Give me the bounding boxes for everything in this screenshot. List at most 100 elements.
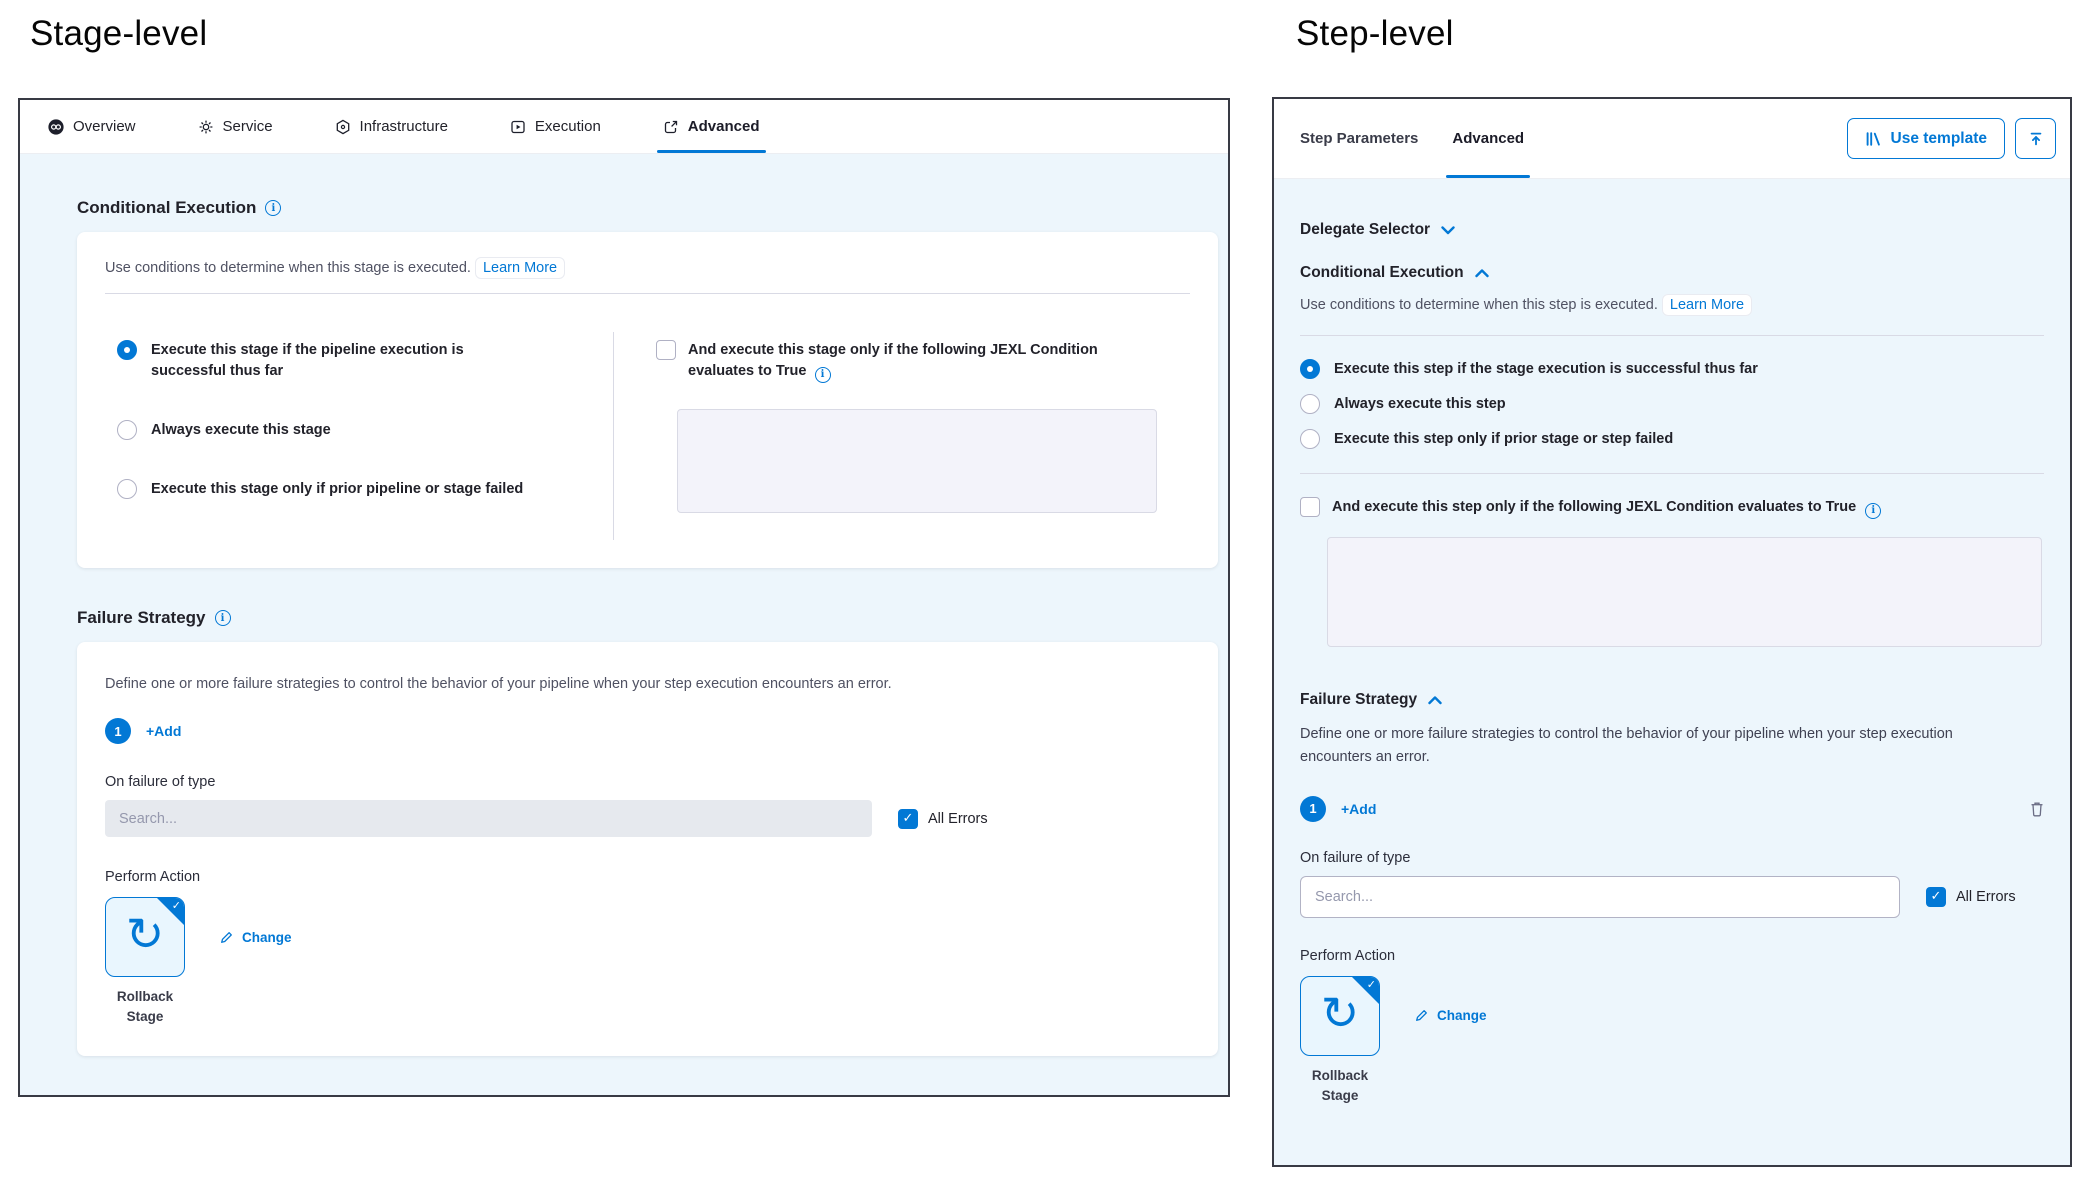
step-panel-body: Delegate Selector Conditional Execution …: [1274, 179, 2070, 1165]
tab-label: Advanced: [1452, 130, 1524, 147]
chevron-down-icon: [1441, 226, 1455, 235]
strategy-badge-row: 1 +Add: [1300, 796, 2044, 822]
tab-service[interactable]: Service: [198, 100, 273, 153]
stage-panel-body: Conditional Execution i Use conditions t…: [20, 154, 1228, 1095]
on-failure-label: On failure of type: [1300, 850, 2044, 866]
rollback-stage-tile[interactable]: ↻ ✓: [105, 897, 185, 977]
radio-execute-if-failed[interactable]: Execute this step only if prior stage or…: [1300, 429, 2044, 450]
jexl-checkbox-row[interactable]: And execute this stage only if the follo…: [656, 340, 1190, 383]
failure-type-search-input[interactable]: [105, 800, 872, 837]
jexl-condition-textarea[interactable]: [677, 409, 1157, 513]
radio-execute-if-successful[interactable]: Execute this step if the stage execution…: [1300, 359, 2044, 380]
action-name-line2: Stage: [1300, 1086, 1380, 1106]
all-errors-option[interactable]: ✓ All Errors: [898, 809, 988, 829]
conditional-execution-header[interactable]: Conditional Execution: [1300, 264, 2044, 282]
jexl-checkbox-label: And execute this stage only if the follo…: [688, 340, 1158, 383]
strategy-1-badge[interactable]: 1: [1300, 796, 1326, 822]
pencil-icon: [219, 930, 234, 945]
radio-unselected[interactable]: [1300, 429, 1320, 449]
radio-always-execute[interactable]: Always execute this stage: [117, 420, 613, 441]
radio-unselected[interactable]: [117, 420, 137, 440]
radio-execute-if-failed[interactable]: Execute this stage only if prior pipelin…: [117, 479, 613, 500]
tab-advanced[interactable]: Advanced: [1452, 99, 1524, 178]
rollback-stage-tile[interactable]: ↻ ✓: [1300, 976, 1380, 1056]
info-icon[interactable]: i: [265, 200, 281, 216]
change-action-link[interactable]: Change: [219, 930, 292, 945]
jexl-checkbox[interactable]: [1300, 497, 1320, 517]
radio-execute-if-successful[interactable]: Execute this stage if the pipeline execu…: [117, 340, 613, 382]
info-icon[interactable]: i: [1865, 503, 1881, 519]
failure-type-search-input[interactable]: [1300, 876, 1900, 918]
radio-label: Execute this step if the stage execution…: [1334, 359, 1758, 380]
info-icon[interactable]: i: [815, 367, 831, 383]
use-template-label: Use template: [1891, 130, 1987, 148]
step-level-title: Step-level: [1296, 14, 1454, 54]
all-errors-checkbox[interactable]: ✓: [898, 809, 918, 829]
step-condition-options: Execute this step if the stage execution…: [1300, 359, 2044, 450]
divider: [1300, 473, 2044, 474]
add-strategy-button[interactable]: +Add: [1341, 801, 1376, 817]
strategy-1-badge[interactable]: 1: [105, 718, 131, 744]
radio-always-execute[interactable]: Always execute this step: [1300, 394, 2044, 415]
tab-infrastructure[interactable]: Infrastructure: [335, 100, 448, 153]
pencil-icon: [1414, 1008, 1429, 1023]
export-icon: [663, 119, 679, 135]
change-action-link[interactable]: Change: [1414, 1008, 1487, 1023]
step-tabbar: Step Parameters Advanced Use template: [1274, 99, 2070, 179]
tab-execution[interactable]: Execution: [510, 100, 601, 153]
selected-check-icon: ✓: [1367, 978, 1376, 991]
failure-strategy-header[interactable]: Failure Strategy: [1300, 691, 2044, 709]
radio-unselected[interactable]: [1300, 394, 1320, 414]
info-icon[interactable]: i: [215, 610, 231, 626]
use-template-button[interactable]: Use template: [1847, 118, 2005, 159]
all-errors-checkbox[interactable]: ✓: [1926, 887, 1946, 907]
on-failure-label: On failure of type: [105, 774, 1190, 790]
tab-advanced[interactable]: Advanced: [663, 100, 760, 153]
failure-strategy-description: Define one or more failure strategies to…: [1300, 723, 1990, 769]
tab-overview[interactable]: Overview: [48, 100, 136, 153]
tab-step-parameters[interactable]: Step Parameters: [1300, 99, 1418, 178]
action-name-line1: Rollback: [1300, 1066, 1380, 1086]
divider: [105, 293, 1190, 294]
radio-selected[interactable]: [117, 340, 137, 360]
delegate-selector-header[interactable]: Delegate Selector: [1300, 221, 2044, 239]
conditional-execution-heading: Conditional Execution: [1300, 264, 1464, 282]
perform-action-label: Perform Action: [105, 869, 1190, 885]
failure-type-row: ✓ All Errors: [105, 800, 1190, 837]
radio-selected[interactable]: [1300, 359, 1320, 379]
jexl-checkbox[interactable]: [656, 340, 676, 360]
jexl-checkbox-row[interactable]: And execute this step only if the follow…: [1300, 497, 2044, 519]
change-label: Change: [242, 930, 292, 945]
stage-jexl-column: And execute this stage only if the follo…: [614, 332, 1190, 540]
selected-action-name: Rollback Stage: [105, 987, 185, 1028]
check-icon: ✓: [1931, 890, 1942, 903]
upload-button[interactable]: [2015, 118, 2056, 159]
learn-more-link[interactable]: Learn More: [475, 257, 565, 279]
conditional-execution-description: Use conditions to determine when this st…: [1300, 297, 2044, 313]
tab-label: Step Parameters: [1300, 130, 1418, 147]
jexl-condition-textarea[interactable]: [1327, 537, 2042, 647]
learn-more-link[interactable]: Learn More: [1662, 294, 1752, 316]
change-label: Change: [1437, 1008, 1487, 1023]
radio-label: Execute this step only if prior stage or…: [1334, 429, 1673, 450]
all-errors-label: All Errors: [1956, 889, 2016, 905]
all-errors-option[interactable]: ✓ All Errors: [1926, 887, 2016, 907]
divider: [1300, 335, 2044, 336]
conditional-execution-card: Use conditions to determine when this st…: [77, 232, 1218, 568]
jexl-label-text: And execute this stage only if the follo…: [688, 342, 1098, 379]
delete-strategy-icon[interactable]: [2030, 801, 2044, 817]
radio-unselected[interactable]: [117, 479, 137, 499]
step-tab-actions: Use template: [1847, 118, 2056, 159]
play-icon: [510, 119, 526, 135]
step-panel: Step Parameters Advanced Use template: [1272, 97, 2072, 1167]
check-icon: ✓: [903, 812, 914, 825]
stage-level-title: Stage-level: [30, 14, 207, 54]
section-title: Failure Strategy: [77, 608, 206, 628]
tab-label: Execution: [535, 118, 601, 135]
stage-panel: Overview Service Infrastructure Executio…: [18, 98, 1230, 1097]
template-library-icon: [1865, 131, 1882, 147]
failure-strategy-description: Define one or more failure strategies to…: [105, 676, 1190, 692]
add-strategy-button[interactable]: +Add: [146, 723, 181, 739]
failure-strategy-heading: Failure Strategy: [1300, 691, 1417, 709]
failure-strategy-heading: Failure Strategy i: [77, 608, 1228, 628]
